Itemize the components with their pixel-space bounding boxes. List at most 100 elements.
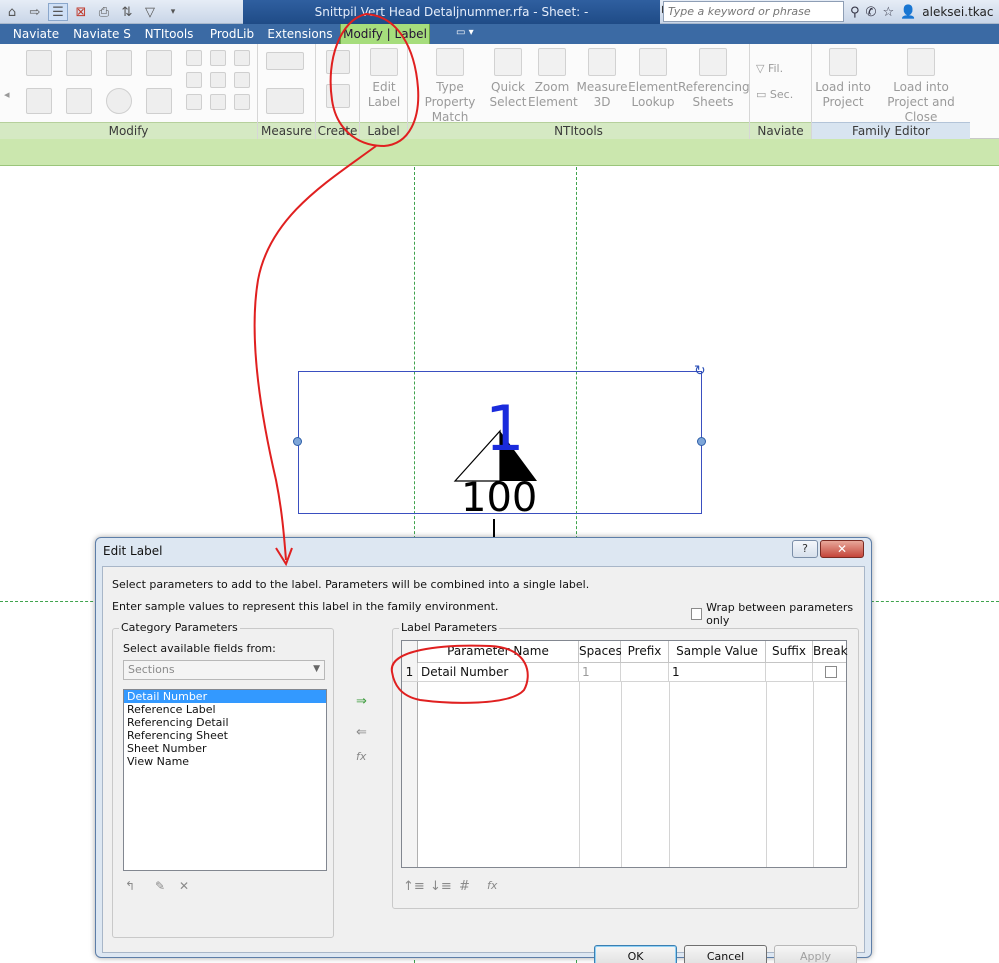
list-item[interactable]: Detail Number bbox=[124, 690, 326, 703]
copy-icon[interactable] bbox=[66, 88, 92, 114]
filter-icon[interactable]: ▽ bbox=[140, 3, 160, 21]
cell-prefix[interactable] bbox=[621, 663, 669, 682]
mirror-draw-icon[interactable] bbox=[146, 50, 172, 76]
active-view-icon[interactable]: ☰ bbox=[48, 3, 68, 21]
list-item[interactable]: Referencing Sheet bbox=[124, 729, 326, 742]
category-dropdown[interactable]: Sections ▼ bbox=[123, 660, 325, 680]
align-icon[interactable] bbox=[26, 50, 52, 76]
cell-break[interactable] bbox=[813, 663, 846, 682]
list-item[interactable]: Referencing Detail bbox=[124, 716, 326, 729]
pin-icon[interactable] bbox=[234, 50, 250, 66]
create-group-icon[interactable] bbox=[326, 84, 350, 108]
star-icon[interactable]: ☆ bbox=[882, 5, 894, 20]
edit-parameter-unit-icon[interactable]: # bbox=[459, 879, 470, 894]
move-up-icon[interactable]: ↑≡ bbox=[403, 879, 425, 894]
delete-icon[interactable] bbox=[234, 94, 250, 110]
column-divider bbox=[579, 682, 580, 867]
match-icon[interactable] bbox=[210, 94, 226, 110]
home-icon[interactable]: ⌂ bbox=[2, 3, 22, 21]
sync-icon[interactable]: ⇅ bbox=[117, 3, 137, 21]
label-parameters-table[interactable]: Parameter Name Spaces Prefix Sample Valu… bbox=[401, 640, 848, 868]
zoom-element-button[interactable]: Zoom Element bbox=[528, 48, 578, 110]
edit-parameter-icon[interactable]: ✎ bbox=[155, 879, 165, 893]
close-button[interactable]: ✕ bbox=[820, 540, 864, 558]
quick-select-button[interactable]: Quick Select bbox=[488, 48, 528, 110]
row-number: 1 bbox=[402, 663, 418, 682]
cell-spaces[interactable]: 1 bbox=[579, 663, 621, 682]
load-into-project-button[interactable]: Load into Project bbox=[814, 48, 872, 110]
create-similar-icon[interactable] bbox=[326, 50, 350, 74]
tab-prodlib[interactable]: ProdLib bbox=[204, 24, 260, 44]
load-into-project-close-button[interactable]: Load into Project and Close bbox=[872, 48, 970, 125]
cancel-button[interactable]: Cancel bbox=[684, 945, 767, 963]
remove-parameter-icon[interactable]: ⇐ bbox=[356, 725, 367, 740]
ok-button[interactable]: OK bbox=[594, 945, 677, 963]
new-parameter-icon[interactable]: ↰ bbox=[125, 879, 135, 893]
available-fields-list[interactable]: Detail Number Reference Label Referencin… bbox=[123, 689, 327, 871]
move-icon[interactable] bbox=[26, 88, 52, 114]
label-detail-number[interactable]: 1 bbox=[485, 398, 524, 460]
dimension-icon[interactable] bbox=[266, 88, 304, 114]
panel-toggle-icon[interactable]: ▭ ▾ bbox=[456, 27, 484, 41]
wrap-checkbox-box[interactable] bbox=[691, 608, 703, 620]
cell-suffix[interactable] bbox=[766, 663, 813, 682]
offset-icon[interactable] bbox=[66, 50, 92, 76]
forward-icon[interactable]: ⇨ bbox=[25, 3, 45, 21]
panel-ntitools: Type Property Match Quick Select Zoom El… bbox=[408, 44, 750, 139]
edit-label-button[interactable]: Edit Label bbox=[362, 48, 406, 110]
infocenter-tools: ⚲ ✆ ☆ 👤 aleksei.tkac bbox=[850, 2, 993, 22]
formula-format-icon[interactable]: fx bbox=[487, 879, 497, 892]
break-checkbox[interactable] bbox=[825, 666, 837, 678]
help-button[interactable]: ? bbox=[792, 540, 818, 558]
dropdown-icon[interactable]: ▾ bbox=[163, 3, 183, 21]
rotate-icon[interactable] bbox=[106, 88, 132, 114]
print-icon[interactable]: ⎙ bbox=[94, 3, 114, 21]
array-icon[interactable] bbox=[186, 72, 202, 88]
user-icon[interactable]: 👤 bbox=[900, 5, 916, 20]
apply-button[interactable]: Apply bbox=[774, 945, 857, 963]
scale-icon[interactable] bbox=[210, 72, 226, 88]
fil-button[interactable]: ▽ Fil. bbox=[756, 62, 783, 75]
unpin-icon[interactable] bbox=[234, 72, 250, 88]
cell-sample-value[interactable]: 1 bbox=[669, 663, 766, 682]
extend-icon[interactable] bbox=[186, 94, 202, 110]
measure-distance-icon[interactable] bbox=[266, 52, 304, 70]
search-input[interactable] bbox=[663, 1, 844, 22]
dialog-body: Select parameters to add to the label. P… bbox=[102, 566, 865, 963]
cell-parameter-name[interactable]: Detail Number bbox=[418, 663, 579, 682]
trim-icon[interactable] bbox=[146, 88, 172, 114]
rotate-grip-icon[interactable]: ↻ bbox=[694, 363, 706, 379]
username[interactable]: aleksei.tkac bbox=[922, 5, 993, 19]
tab-naviate-s[interactable]: Naviate S bbox=[70, 24, 134, 44]
left-grip-icon[interactable] bbox=[293, 437, 302, 446]
col-header-suffix: Suffix bbox=[766, 641, 813, 663]
add-parameter-icon[interactable]: ⇒ bbox=[356, 694, 367, 709]
referencing-sheets-button[interactable]: Referencing Sheets bbox=[678, 48, 750, 110]
type-property-match-button[interactable]: Type Property Match bbox=[410, 48, 490, 125]
binoculars-icon[interactable]: ⚲ bbox=[850, 5, 860, 20]
close-windows-icon[interactable]: ⊠ bbox=[71, 3, 91, 21]
split-icon[interactable] bbox=[186, 50, 202, 66]
measure-3d-button[interactable]: Measure 3D bbox=[576, 48, 628, 110]
list-item[interactable]: Reference Label bbox=[124, 703, 326, 716]
tab-naviate[interactable]: Naviate bbox=[6, 24, 66, 44]
right-grip-icon[interactable] bbox=[697, 437, 706, 446]
col-header-prefix: Prefix bbox=[621, 641, 669, 663]
mirror-axis-icon[interactable] bbox=[106, 50, 132, 76]
tab-modify-label[interactable]: Modify | Label bbox=[340, 24, 430, 44]
formula-icon[interactable]: fx bbox=[356, 750, 366, 763]
delete-parameter-icon[interactable]: ✕ bbox=[179, 879, 189, 893]
satellite-icon[interactable]: ✆ bbox=[866, 5, 877, 20]
move-down-icon[interactable]: ↓≡ bbox=[430, 879, 452, 894]
collapse-arrow-icon[interactable]: ◂ bbox=[4, 88, 10, 101]
wrap-checkbox[interactable]: Wrap between parameters only bbox=[691, 601, 864, 627]
split-gap-icon[interactable] bbox=[210, 50, 226, 66]
tab-extensions[interactable]: Extensions bbox=[266, 24, 334, 44]
sec-button[interactable]: ▭ Sec. bbox=[756, 88, 793, 101]
title-bar: ⌂ ⇨ ☰ ⊠ ⎙ ⇅ ▽ ▾ Snittpil Vert Head Detal… bbox=[0, 0, 999, 24]
tab-ntitools[interactable]: NTItools bbox=[140, 24, 198, 44]
list-item[interactable]: Sheet Number bbox=[124, 742, 326, 755]
element-lookup-button[interactable]: Element Lookup bbox=[628, 48, 678, 110]
col-header-parameter-name: Parameter Name bbox=[418, 641, 579, 663]
list-item[interactable]: View Name bbox=[124, 755, 326, 768]
